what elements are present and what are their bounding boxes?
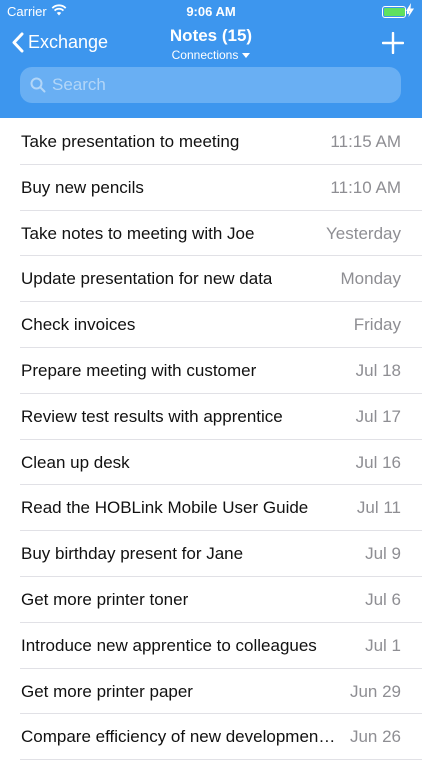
search-input[interactable] bbox=[50, 74, 374, 96]
note-date: 11:10 AM bbox=[330, 177, 401, 197]
note-title: Read the HOBLink Mobile User Guide bbox=[21, 498, 309, 518]
note-date: Jul 6 bbox=[365, 589, 401, 609]
note-date: Jun 29 bbox=[349, 681, 401, 701]
note-row[interactable]: Update presentation for new data Monday bbox=[0, 256, 422, 303]
note-row[interactable]: Prepare meeting with customer Jul 18 bbox=[0, 348, 422, 394]
search-bar[interactable] bbox=[20, 67, 401, 103]
folder-selector[interactable]: Connections bbox=[172, 48, 251, 63]
page-title: Notes (15) bbox=[169, 26, 253, 45]
note-title: Buy new pencils bbox=[21, 177, 144, 197]
charging-bolt-icon bbox=[406, 3, 414, 17]
note-date: Jul 9 bbox=[365, 544, 401, 564]
navigation-bar: Exchange Notes (15) Connections bbox=[0, 22, 422, 66]
note-row[interactable]: Check invoices Friday bbox=[0, 302, 422, 348]
note-title: Review test results with apprentice bbox=[21, 406, 283, 426]
note-title: Introduce new apprentice to colleagues bbox=[21, 635, 317, 655]
note-date: Friday bbox=[353, 315, 401, 335]
note-date: Yesterday bbox=[326, 223, 401, 243]
note-row[interactable]: Introduce new apprentice to colleagues Ju… bbox=[0, 623, 422, 669]
note-row[interactable]: Buy new pencils 11:10 AM bbox=[0, 165, 422, 211]
note-date: Jul 17 bbox=[355, 406, 401, 426]
note-title: Compare efficiency of new development to… bbox=[21, 727, 336, 747]
note-row[interactable]: Clean up desk Jul 16 bbox=[0, 440, 422, 486]
note-title: Buy birthday present for Jane bbox=[21, 544, 244, 564]
note-row[interactable]: Buy birthday present for Jane Jul 9 bbox=[0, 531, 422, 577]
note-title: Update presentation for new data bbox=[21, 269, 273, 289]
notes-list: Take presentation to meeting 11:15 AM Buy … bbox=[0, 119, 422, 760]
battery-level bbox=[384, 8, 405, 16]
note-title: Get more printer toner bbox=[21, 589, 189, 609]
status-bar: Carrier 9:06 AM bbox=[0, 0, 422, 22]
add-note-button[interactable] bbox=[382, 32, 404, 54]
note-row[interactable]: Read the HOBLink Mobile User Guide Jul 11 bbox=[0, 485, 422, 532]
note-title: Check invoices bbox=[21, 315, 136, 335]
note-title: Take presentation to meeting bbox=[21, 132, 240, 151]
title-area: Notes (15) Connections bbox=[0, 26, 422, 64]
note-row[interactable]: Take presentation to meeting 11:15 AM bbox=[0, 119, 422, 165]
status-time: 9:06 AM bbox=[186, 4, 236, 19]
note-row[interactable]: Compare efficiency of new development to… bbox=[0, 714, 422, 760]
note-row[interactable]: Get more printer paper Jun 29 bbox=[0, 669, 422, 715]
folder-label: Connections bbox=[171, 48, 239, 62]
note-row[interactable]: Get more printer toner Jul 6 bbox=[0, 577, 422, 623]
note-date: Jul 18 bbox=[355, 360, 401, 380]
header-bar: Carrier 9:06 AM Exchange Notes (15) Conn… bbox=[0, 0, 422, 118]
note-date: 11:15 AM bbox=[330, 132, 401, 151]
note-date: Jul 11 bbox=[356, 498, 401, 518]
note-title: Get more printer paper bbox=[21, 681, 193, 701]
note-date: Jul 1 bbox=[365, 635, 401, 655]
note-date: Jun 26 bbox=[349, 727, 401, 747]
note-title: Prepare meeting with customer bbox=[21, 360, 257, 380]
note-row[interactable]: Take notes to meeting with Joe Yesterday bbox=[0, 211, 422, 257]
note-title: Clean up desk bbox=[21, 452, 130, 472]
search-icon bbox=[30, 77, 46, 93]
note-row[interactable]: Review test results with apprentice Jul 1… bbox=[0, 394, 422, 440]
note-date: Monday bbox=[340, 269, 401, 289]
caret-down-icon bbox=[242, 53, 251, 58]
battery-icon bbox=[382, 6, 409, 18]
note-date: Jul 16 bbox=[355, 452, 401, 472]
note-title: Take notes to meeting with Joe bbox=[21, 223, 255, 243]
